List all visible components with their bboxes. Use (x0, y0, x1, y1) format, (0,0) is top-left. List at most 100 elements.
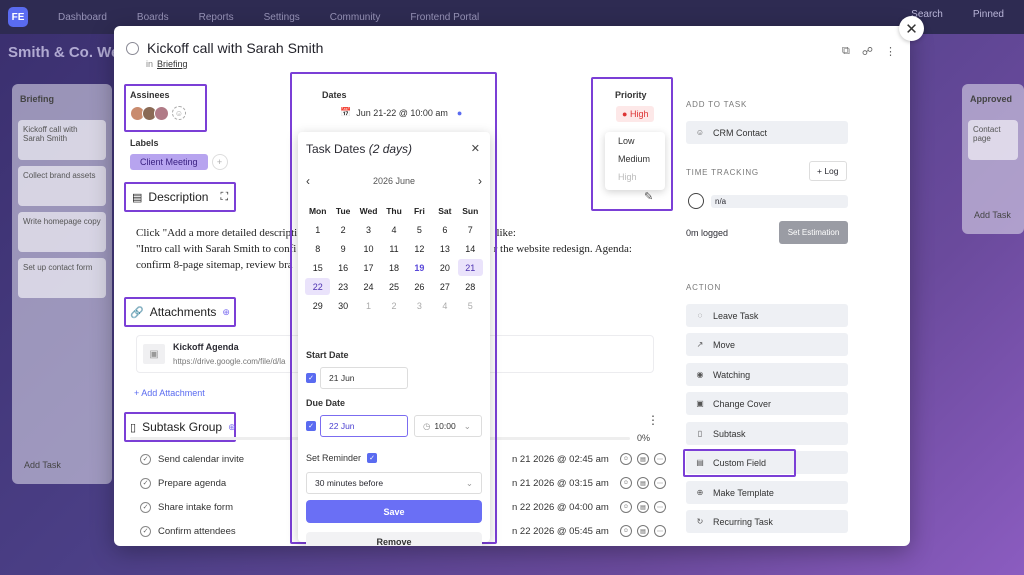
calendar-day[interactable]: 30 (330, 297, 355, 314)
move-button[interactable]: ↗ Move (686, 333, 848, 356)
recurring-task-button[interactable]: ↻ Recurring Task (686, 510, 848, 533)
calendar-day[interactable]: 25 (381, 278, 406, 295)
priority-chip[interactable]: ● High (616, 106, 655, 122)
priority-option-high[interactable]: High (605, 168, 665, 186)
pin-icon[interactable]: ☍ (862, 45, 873, 58)
doc-icon[interactable]: ▤ (637, 525, 649, 537)
calendar-day[interactable]: 11 (381, 240, 406, 257)
calendar-day[interactable]: 27 (432, 278, 457, 295)
calendar-day[interactable]: 19 (407, 259, 432, 276)
calendar-day[interactable]: 2 (330, 221, 355, 238)
reminder-checkbox[interactable]: ✓ (367, 453, 377, 463)
calendar-day[interactable]: 5 (407, 221, 432, 238)
check-icon[interactable]: ✓ (140, 501, 151, 513)
bell-icon[interactable]: ● (457, 108, 462, 118)
priority-option-low[interactable]: Low (605, 132, 665, 150)
calendar-day[interactable]: 23 (330, 278, 355, 295)
add-task-button[interactable]: Add Task (24, 460, 61, 470)
add-subtask-group-icon[interactable]: ⊕ (228, 422, 236, 433)
calendar-day[interactable]: 21 (457, 259, 483, 276)
calendar-day[interactable]: 3 (407, 297, 432, 314)
board-card[interactable]: Set up contact form (18, 258, 106, 298)
edit-icon[interactable]: ✎ (644, 190, 653, 203)
calendar-day[interactable]: 4 (432, 297, 457, 314)
watching-button[interactable]: ◉ Watching (686, 363, 848, 386)
more-vertical-icon[interactable]: ⋮ (885, 45, 896, 58)
calendar-day[interactable]: 13 (432, 240, 457, 257)
remove-button[interactable]: Remove (306, 532, 482, 546)
nav-dashboard[interactable]: Dashboard (58, 12, 107, 23)
start-date-input[interactable]: 21 Jun (320, 367, 408, 389)
change-cover-button[interactable]: ▣ Change Cover (686, 392, 848, 415)
assign-icon[interactable]: ☺ (620, 525, 632, 537)
calendar-day[interactable]: 28 (458, 278, 483, 295)
board-card[interactable]: Contact page (968, 120, 1018, 160)
set-estimation-button[interactable]: Set Estimation (779, 221, 848, 244)
calendar-day[interactable]: 4 (381, 221, 406, 238)
calendar-day[interactable]: 5 (458, 297, 483, 314)
more-icon[interactable]: ⋯ (654, 525, 666, 537)
calendar-day[interactable]: 18 (381, 259, 406, 276)
make-template-button[interactable]: ⊕ Make Template (686, 481, 848, 504)
chevron-left-icon[interactable]: ‹ (306, 174, 310, 188)
calendar-day[interactable]: 6 (432, 221, 457, 238)
dates-value-button[interactable]: 📅 Jun 21-22 @ 10:00 am ● (340, 107, 462, 118)
check-icon[interactable]: ✓ (140, 477, 151, 489)
nav-reports[interactable]: Reports (199, 12, 234, 23)
check-icon[interactable]: ✓ (140, 453, 151, 465)
task-title[interactable]: Kickoff call with Sarah Smith (147, 40, 323, 56)
label-chip[interactable]: Client Meeting (130, 154, 208, 170)
crm-contact-button[interactable]: ☺ CRM Contact (686, 121, 848, 144)
calendar-day[interactable]: 26 (407, 278, 432, 295)
calendar-day[interactable]: 17 (356, 259, 381, 276)
save-button[interactable]: Save (306, 500, 482, 523)
calendar-day[interactable]: 2 (381, 297, 406, 314)
more-icon[interactable]: ⋯ (654, 501, 666, 513)
board-card[interactable]: Kickoff call with Sarah Smith (18, 120, 106, 160)
calendar-day[interactable]: 12 (407, 240, 432, 257)
add-label-icon[interactable]: + (211, 154, 228, 171)
reminder-select[interactable]: 30 minutes before ⌄ (306, 472, 482, 494)
close-modal-icon[interactable]: ✕ (899, 16, 924, 41)
calendar-day[interactable]: 15 (305, 259, 330, 276)
more-icon[interactable]: ⋯ (654, 453, 666, 465)
chevron-right-icon[interactable]: › (478, 174, 482, 188)
due-time-select[interactable]: ◷ 10:00 ⌄ (414, 415, 482, 437)
calendar-day[interactable]: 24 (356, 278, 381, 295)
calendar-day[interactable]: 7 (458, 221, 483, 238)
expand-icon[interactable]: ⛶ (220, 191, 228, 204)
board-card[interactable]: Write homepage copy (18, 212, 106, 252)
calendar-day[interactable]: 29 (305, 297, 330, 314)
assign-icon[interactable]: ☺ (620, 453, 632, 465)
due-date-input[interactable]: 22 Jun (320, 415, 408, 437)
doc-icon[interactable]: ▤ (637, 453, 649, 465)
board-card[interactable]: Collect brand assets (18, 166, 106, 206)
top-user[interactable]: Pinned (973, 9, 1004, 20)
doc-icon[interactable]: ▤ (637, 501, 649, 513)
leave-task-button[interactable]: ◌ Leave Task (686, 304, 848, 327)
add-attachment-link[interactable]: + Add Attachment (134, 388, 205, 398)
subtask-more-icon[interactable]: ⋮ (647, 414, 659, 426)
nav-community[interactable]: Community (330, 12, 381, 23)
add-attachment-icon[interactable]: ⊕ (222, 307, 230, 318)
assign-icon[interactable]: ☺ (620, 477, 632, 489)
calendar-day[interactable]: 16 (330, 259, 355, 276)
add-assignee-icon[interactable]: ☺ (172, 106, 186, 120)
calendar-day[interactable]: 3 (356, 221, 381, 238)
calendar-day[interactable]: 1 (356, 297, 381, 314)
calendar-day[interactable]: 20 (432, 259, 457, 276)
calendar-day[interactable]: 9 (330, 240, 355, 257)
doc-icon[interactable]: ▤ (637, 477, 649, 489)
nav-settings[interactable]: Settings (264, 12, 300, 23)
attachment-url[interactable]: https://drive.google.com/file/d/la (173, 357, 286, 366)
calendar-day[interactable]: 10 (356, 240, 381, 257)
calendar-day[interactable]: 8 (305, 240, 330, 257)
nav-frontend-portal[interactable]: Frontend Portal (410, 12, 479, 23)
nav-boards[interactable]: Boards (137, 12, 169, 23)
breadcrumb-list-link[interactable]: Briefing (157, 59, 188, 69)
avatar[interactable] (154, 106, 169, 121)
due-date-checkbox[interactable]: ✓ (306, 421, 316, 431)
calendar-day[interactable]: 14 (458, 240, 483, 257)
subtask-button[interactable]: ▯ Subtask (686, 422, 848, 445)
more-icon[interactable]: ⋯ (654, 477, 666, 489)
